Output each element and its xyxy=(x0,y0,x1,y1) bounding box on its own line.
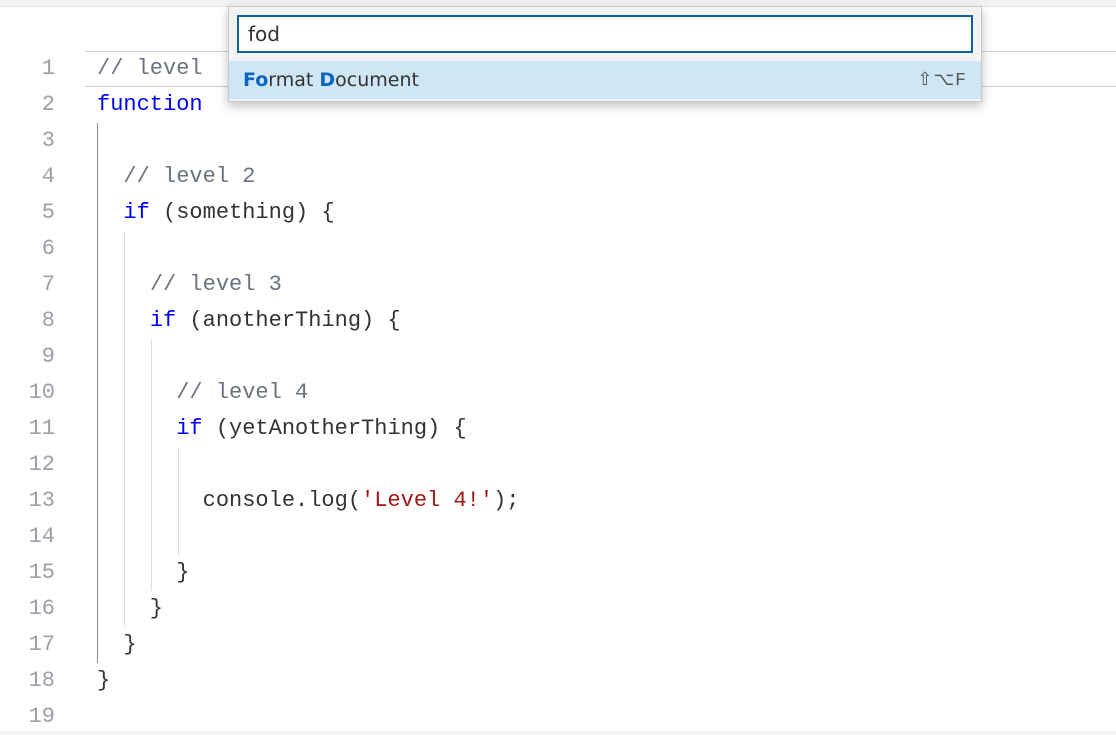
code-line-content: if (something) { xyxy=(97,200,335,225)
line-number: 6 xyxy=(0,231,85,267)
code-line-content: // level xyxy=(97,56,216,81)
code-line-content: } xyxy=(97,632,137,657)
line-number: 12 xyxy=(0,447,85,483)
indent-guide xyxy=(97,591,98,627)
code-line[interactable]: } xyxy=(85,663,1116,699)
line-number: 19 xyxy=(0,699,85,735)
indent-guide xyxy=(97,447,98,483)
line-number: 5 xyxy=(0,195,85,231)
code-line-content: } xyxy=(97,560,189,585)
command-palette-item-label: Format Document xyxy=(243,69,419,91)
code-line[interactable]: if (yetAnotherThing) { xyxy=(85,411,1116,447)
indent-guide xyxy=(97,159,98,195)
command-palette-list: Format Document ⇧⌥F xyxy=(229,61,981,99)
code-line[interactable]: } xyxy=(85,591,1116,627)
line-number: 7 xyxy=(0,267,85,303)
code-line-content: // level 4 xyxy=(97,380,308,405)
line-number: 9 xyxy=(0,339,85,375)
indent-guide xyxy=(124,555,125,591)
command-palette-input-wrap xyxy=(229,7,981,61)
indent-guide xyxy=(124,519,125,555)
indent-guide xyxy=(97,519,98,555)
line-number: 18 xyxy=(0,663,85,699)
code-line[interactable] xyxy=(85,231,1116,267)
indent-guide xyxy=(124,303,125,339)
code-line[interactable]: } xyxy=(85,555,1116,591)
indent-guide xyxy=(151,519,152,555)
line-number: 2 xyxy=(0,87,85,123)
indent-guide xyxy=(178,483,179,519)
indent-guide xyxy=(97,303,98,339)
code-line-content: } xyxy=(97,596,163,621)
code-line[interactable]: // level 4 xyxy=(85,375,1116,411)
code-line-content: // level 2 xyxy=(97,164,255,189)
code-line[interactable] xyxy=(85,447,1116,483)
indent-guide xyxy=(124,591,125,627)
indent-guide xyxy=(151,411,152,447)
indent-guide xyxy=(97,231,98,267)
code-editor[interactable]: 12345678910111213141516171819 // level f… xyxy=(0,6,1116,731)
line-number: 11 xyxy=(0,411,85,447)
indent-guide xyxy=(151,339,152,375)
code-line[interactable]: if (something) { xyxy=(85,195,1116,231)
line-number: 15 xyxy=(0,555,85,591)
line-number: 17 xyxy=(0,627,85,663)
code-line[interactable]: console.log('Level 4!'); xyxy=(85,483,1116,519)
line-number: 14 xyxy=(0,519,85,555)
code-line-content: if (anotherThing) { xyxy=(97,308,401,333)
line-number-gutter: 12345678910111213141516171819 xyxy=(0,7,85,731)
code-line[interactable]: if (anotherThing) { xyxy=(85,303,1116,339)
line-number: 8 xyxy=(0,303,85,339)
line-number: 16 xyxy=(0,591,85,627)
indent-guide xyxy=(178,447,179,483)
indent-guide xyxy=(97,267,98,303)
indent-guide xyxy=(124,375,125,411)
indent-guide xyxy=(124,483,125,519)
code-line[interactable] xyxy=(85,123,1116,159)
line-number: 1 xyxy=(0,51,85,87)
code-line-content: console.log('Level 4!'); xyxy=(97,488,519,513)
line-number: 13 xyxy=(0,483,85,519)
indent-guide xyxy=(97,123,98,159)
indent-guide xyxy=(97,627,98,663)
indent-guide xyxy=(97,195,98,231)
code-line[interactable]: } xyxy=(85,627,1116,663)
line-number: 4 xyxy=(0,159,85,195)
code-line-content: if (yetAnotherThing) { xyxy=(97,416,467,441)
indent-guide xyxy=(124,231,125,267)
indent-guide xyxy=(97,555,98,591)
command-palette-item-shortcut: ⇧⌥F xyxy=(917,69,967,91)
command-palette-item[interactable]: Format Document ⇧⌥F xyxy=(229,61,981,99)
indent-guide xyxy=(124,411,125,447)
line-number: 3 xyxy=(0,123,85,159)
line-number: 10 xyxy=(0,375,85,411)
indent-guide xyxy=(97,339,98,375)
indent-guide xyxy=(151,375,152,411)
indent-guide xyxy=(97,483,98,519)
indent-guide xyxy=(151,555,152,591)
command-palette-input[interactable] xyxy=(237,15,973,53)
indent-guide xyxy=(124,447,125,483)
indent-guide xyxy=(151,447,152,483)
command-palette: Format Document ⇧⌥F xyxy=(228,6,982,102)
code-line[interactable]: // level 2 xyxy=(85,159,1116,195)
code-line[interactable] xyxy=(85,519,1116,555)
indent-guide xyxy=(97,411,98,447)
code-area[interactable]: // level function // level 2 if (somethi… xyxy=(85,7,1116,731)
indent-guide xyxy=(124,339,125,375)
code-line[interactable] xyxy=(85,339,1116,375)
code-line-content: function xyxy=(97,92,216,117)
code-line-content: } xyxy=(97,668,110,693)
indent-guide xyxy=(151,483,152,519)
indent-guide xyxy=(124,267,125,303)
indent-guide xyxy=(178,519,179,555)
code-line[interactable] xyxy=(85,699,1116,735)
code-line[interactable]: // level 3 xyxy=(85,267,1116,303)
indent-guide xyxy=(97,375,98,411)
